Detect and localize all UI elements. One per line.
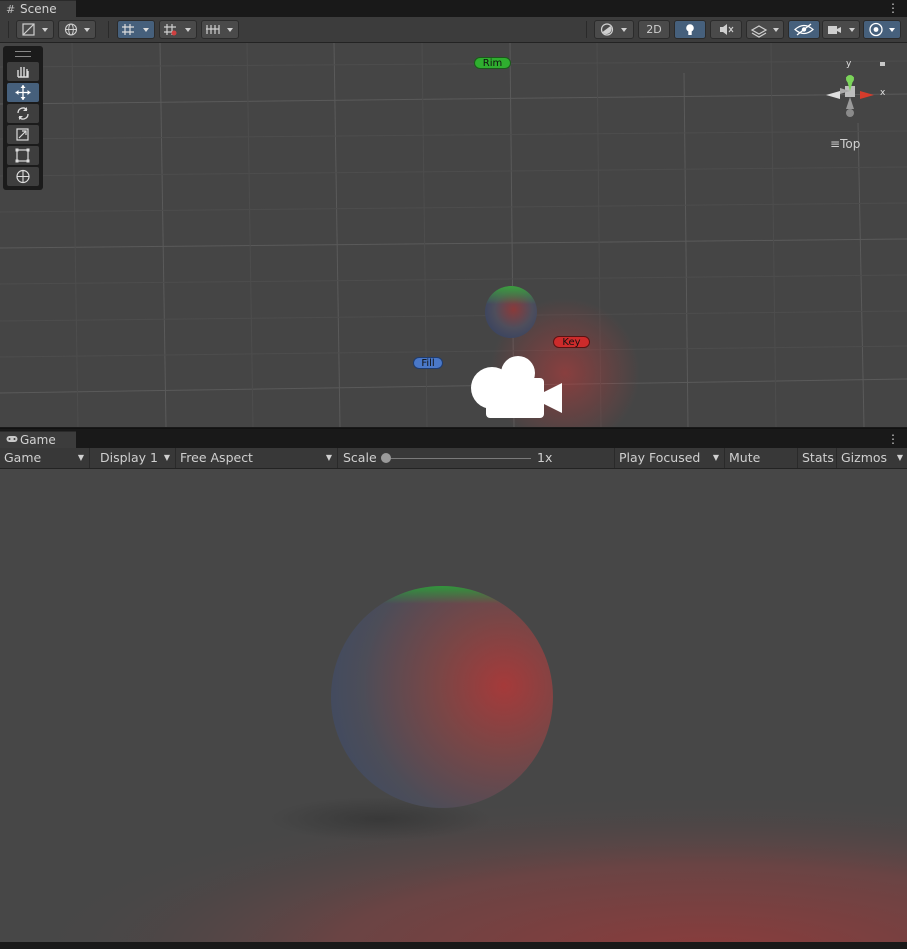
scale-slider-handle[interactable] (381, 453, 391, 463)
rim-light-label[interactable]: Rim (474, 57, 511, 69)
bottom-status-strip (0, 942, 907, 949)
camera-settings-dropdown[interactable] (822, 20, 860, 39)
shading-dropdown[interactable] (594, 20, 634, 39)
gizmo-x-label: x (880, 88, 886, 98)
game-kebab-menu-icon[interactable]: ⋮ (887, 431, 899, 447)
shading-mode-icon (22, 23, 48, 36)
effects-dropdown[interactable] (746, 20, 784, 39)
overlay-drag-handle[interactable] (15, 51, 31, 57)
hand-tool-button[interactable] (7, 62, 39, 81)
chevron-down-icon: ▼ (163, 453, 170, 462)
rect-transform-icon (15, 148, 30, 163)
hand-icon (17, 67, 29, 78)
scale-tool-button[interactable] (7, 125, 39, 144)
gizmos-dropdown[interactable] (863, 20, 901, 39)
scale-label: Scale (343, 450, 377, 465)
scene-toolbar: 2D (0, 17, 907, 43)
move-arrows-icon (15, 85, 31, 100)
rotate-icon (17, 107, 29, 120)
grid-visibility-dropdown[interactable] (201, 20, 239, 39)
game-sphere-rim-highlight (331, 586, 553, 808)
camera-icon (828, 26, 855, 34)
scale-slider-track[interactable] (385, 458, 531, 459)
scene-view[interactable]: Rim Key Fill y x ≡Top (0, 43, 907, 427)
2d-toggle[interactable]: 2D (638, 20, 670, 39)
chevron-down-icon: ▼ (712, 453, 719, 462)
scale-icon (16, 128, 29, 141)
move-tool-button[interactable] (7, 83, 39, 102)
gizmo-y-label: y (846, 59, 852, 69)
game-tabbar: Game ⋮ (0, 428, 907, 450)
game-render-canvas (0, 586, 907, 942)
gizmo-orbit-icon (869, 22, 895, 37)
layers-effects-icon (750, 25, 779, 38)
grid-snapping-toggle[interactable] (117, 20, 155, 39)
play-mode-dropdown[interactable]: Play Focused ▼ (615, 448, 725, 468)
increment-snap-icon (164, 24, 191, 36)
scale-value: 1x (537, 450, 553, 465)
scene-viewport-canvas (0, 43, 907, 427)
gamepad-icon (6, 432, 18, 449)
view-projection-text: Top (840, 137, 861, 151)
stats-label: Stats (802, 450, 834, 465)
game-view[interactable] (0, 469, 907, 942)
play-mode-label: Play Focused (619, 450, 701, 465)
transform-tool-button[interactable] (7, 167, 39, 186)
mute-audio-button[interactable]: Mute Audio (725, 448, 798, 485)
orientation-gizmo[interactable]: y x (822, 57, 892, 127)
scene-grid-minor (0, 43, 907, 427)
scene-kebab-menu-icon[interactable]: ⋮ (887, 0, 899, 16)
increment-snap-dropdown[interactable] (159, 20, 197, 39)
toolbar-separator (108, 21, 109, 38)
scene-grid (0, 43, 907, 427)
eye-hidden-icon (794, 23, 814, 36)
scene-sphere-rim-highlight (485, 286, 537, 338)
view-mode-label: Game (4, 450, 42, 465)
tab-game-label: Game (20, 433, 56, 447)
toolbar-separator (586, 21, 587, 38)
gizmos-label: Gizmos (841, 450, 888, 465)
tools-overlay (3, 46, 43, 190)
key-light-label[interactable]: Key (553, 336, 590, 348)
aspect-dropdown[interactable]: Free Aspect ▼ (176, 448, 338, 468)
stats-button[interactable]: Stats (798, 448, 837, 468)
audio-toggle[interactable] (710, 20, 742, 39)
chevron-down-icon: ▼ (896, 453, 903, 462)
scale-control: Scale 1x (339, 448, 615, 468)
rotate-tool-button[interactable] (7, 104, 39, 123)
ruler-grid-icon (206, 25, 233, 34)
display-label: Display 1 (100, 450, 159, 465)
display-dropdown[interactable]: Display 1 ▼ (96, 448, 176, 468)
grid-snap-icon (122, 24, 149, 35)
globe-icon (64, 23, 90, 36)
toolbar-grip (8, 21, 9, 38)
scene-lighting-toggle[interactable] (674, 20, 706, 39)
game-toolbar: Game ▼ Display 1 ▼ Free Aspect ▼ Scale 1x P… (0, 448, 907, 485)
audio-muted-icon (720, 24, 734, 35)
gizmos-dropdown[interactable]: Gizmos ▼ (837, 448, 907, 468)
tab-scene[interactable]: # Scene (0, 0, 76, 18)
view-mode-dropdown[interactable]: Game ▼ (0, 448, 90, 468)
lightbulb-icon (686, 24, 694, 35)
tab-scene-label: Scene (20, 2, 57, 16)
sphere-shading-icon (600, 23, 627, 36)
global-dropdown[interactable] (58, 20, 96, 39)
transform-icon (16, 169, 30, 184)
scene-tabbar: # Scene ⋮ (0, 0, 907, 18)
hash-icon: # (6, 3, 16, 16)
scene-visibility-toggle[interactable] (788, 20, 820, 39)
chevron-down-icon: ▼ (325, 453, 332, 462)
aspect-label: Free Aspect (180, 450, 253, 465)
view-projection-label[interactable]: ≡Top (830, 137, 860, 151)
chevron-down-icon: ▼ (77, 453, 84, 462)
fill-light-label[interactable]: Fill (413, 357, 443, 369)
2d-toggle-label: 2D (646, 23, 662, 36)
rect-tool-button[interactable] (7, 146, 39, 165)
draw-mode-dropdown[interactable] (16, 20, 54, 39)
menu-lines-icon: ≡ (830, 137, 841, 151)
